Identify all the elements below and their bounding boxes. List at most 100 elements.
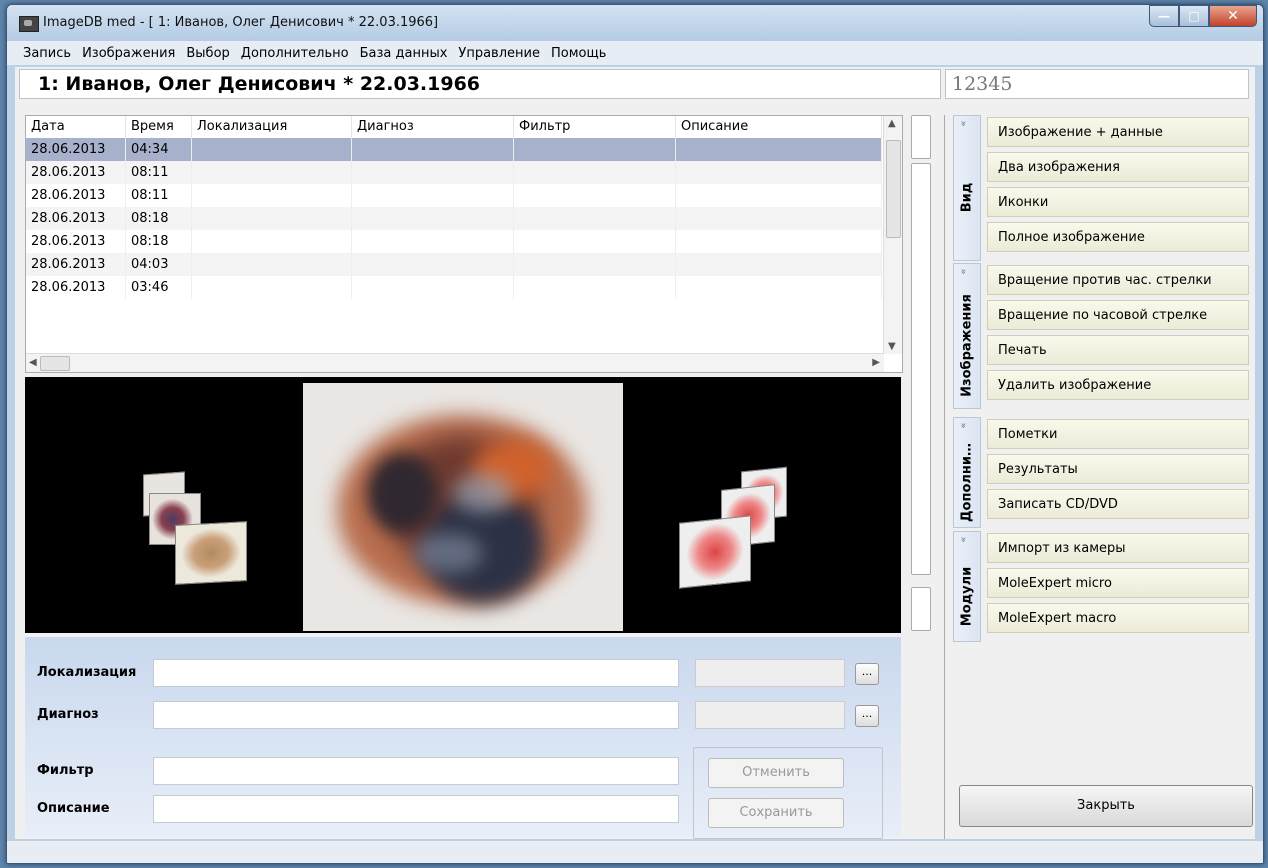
panel-action-button[interactable]: Результаты — [987, 454, 1249, 484]
menu-management[interactable]: Управление — [458, 46, 540, 61]
column-header-time[interactable]: Время — [126, 116, 192, 138]
menu-additional[interactable]: Дополнительно — [241, 46, 349, 61]
column-header-date[interactable]: Дата — [26, 116, 126, 138]
save-button[interactable]: Сохранить — [708, 798, 844, 828]
panel-action-button[interactable]: MoleExpert macro — [987, 603, 1249, 633]
minimize-icon[interactable]: — — [1149, 5, 1179, 27]
scroll-up-icon[interactable]: ▲ — [888, 118, 896, 129]
cell-date: 28.06.2013 — [26, 230, 126, 253]
panel-action-button[interactable]: Полное изображение — [987, 222, 1249, 252]
cell-date: 28.06.2013 — [26, 253, 126, 276]
panel-action-button[interactable]: Изображение + данные — [987, 117, 1249, 147]
client-area: 1: Иванов, Олег Денисович * 22.03.1966 1… — [15, 67, 1255, 839]
scroll-right-icon[interactable]: ▶ — [872, 357, 880, 368]
cell-date: 28.06.2013 — [26, 184, 126, 207]
thumbnail-image[interactable] — [679, 515, 751, 589]
menu-bar: Запись Изображения Выбор Дополнительно Б… — [7, 41, 1263, 65]
panel-action-button[interactable]: Печать — [987, 335, 1249, 365]
description-label: Описание — [37, 801, 110, 816]
column-header-localization[interactable]: Локализация — [192, 116, 352, 138]
patient-name-box: 1: Иванов, Олег Денисович * 22.03.1966 — [19, 69, 941, 99]
menu-database[interactable]: База данных — [360, 46, 448, 61]
records-table[interactable]: Дата Время Локализация Диагноз Фильтр Оп… — [25, 115, 903, 373]
table-cell — [192, 207, 352, 230]
localization-input[interactable] — [153, 659, 679, 687]
title-bar: ImageDB med - [ 1: Иванов, Олег Денисови… — [7, 5, 1263, 41]
splitter-top-handle[interactable] — [911, 115, 931, 159]
description-input[interactable] — [153, 795, 679, 823]
patient-name: 1: Иванов, Олег Денисович * 22.03.1966 — [38, 73, 481, 95]
collapse-chevron-icon[interactable]: » — [958, 422, 969, 428]
maximize-icon[interactable]: □ — [1179, 5, 1209, 27]
patient-id-box[interactable]: 12345 — [945, 69, 1249, 99]
localization-browse-button[interactable]: ... — [855, 663, 879, 685]
panel-action-button[interactable]: Удалить изображение — [987, 370, 1249, 400]
record-form: Локализация ... Диагноз ... Фильтр Описа… — [25, 637, 901, 839]
table-cell — [352, 207, 514, 230]
form-actions-group: Отменить Сохранить — [693, 747, 883, 839]
filter-input[interactable] — [153, 757, 679, 785]
close-button[interactable]: Закрыть — [959, 785, 1253, 827]
table-row[interactable]: 28.06.2013 08:11 — [26, 161, 882, 184]
horizontal-scrollbar[interactable]: ◀ ▶ — [26, 353, 884, 372]
column-header-filter[interactable]: Фильтр — [514, 116, 676, 138]
table-row[interactable]: 28.06.2013 03:46 — [26, 276, 882, 299]
horizontal-scroll-thumb[interactable] — [40, 356, 70, 371]
camera-app-icon — [19, 16, 39, 32]
image-viewer[interactable] — [25, 377, 901, 633]
main-lesion-image[interactable] — [303, 383, 623, 631]
splitter-track[interactable] — [911, 163, 931, 575]
panel-action-button[interactable]: MoleExpert micro — [987, 568, 1249, 598]
diagnosis-browse-button[interactable]: ... — [855, 705, 879, 727]
table-cell — [676, 161, 882, 184]
table-row[interactable]: 28.06.2013 08:18 — [26, 207, 882, 230]
status-bar — [7, 840, 1263, 863]
localization-code-field — [695, 659, 845, 687]
table-row[interactable]: 28.06.2013 08:11 — [26, 184, 882, 207]
menu-help[interactable]: Помощь — [551, 46, 606, 61]
menu-images[interactable]: Изображения — [82, 46, 175, 61]
collapse-chevron-icon[interactable]: » — [958, 268, 969, 274]
table-row[interactable]: 28.06.2013 08:18 — [26, 230, 882, 253]
table-cell — [352, 253, 514, 276]
cancel-button[interactable]: Отменить — [708, 758, 844, 788]
panel-action-button[interactable]: Пометки — [987, 419, 1249, 449]
panel-tab-1[interactable]: » Изображения — [953, 263, 981, 409]
menu-record[interactable]: Запись — [23, 46, 71, 61]
panel-action-button[interactable]: Записать CD/DVD — [987, 489, 1249, 519]
thumbnail-image[interactable] — [175, 521, 247, 585]
window-title: ImageDB med - [ 1: Иванов, Олег Денисови… — [43, 15, 439, 30]
panel-action-button[interactable]: Два изображения — [987, 152, 1249, 182]
table-header: Дата Время Локализация Диагноз Фильтр Оп… — [26, 116, 882, 138]
column-header-description[interactable]: Описание — [676, 116, 882, 138]
table-body: 28.06.2013 04:34 28.06.2013 08:11 28.06.2013… — [26, 138, 882, 299]
panel-tab-label: Вид — [959, 182, 975, 213]
panel-tab-3[interactable]: » Модули — [953, 531, 981, 642]
table-row[interactable]: 28.06.2013 04:03 — [26, 253, 882, 276]
panel-action-button[interactable]: Импорт из камеры — [987, 533, 1249, 563]
collapse-chevron-icon[interactable]: » — [958, 120, 969, 126]
table-row[interactable]: 28.06.2013 04:34 — [26, 138, 882, 161]
vertical-scroll-thumb[interactable] — [886, 140, 901, 238]
panel-tab-0[interactable]: » Вид — [953, 115, 981, 261]
panel-action-button[interactable]: Иконки — [987, 187, 1249, 217]
panel-action-button[interactable]: Вращение против час. стрелки — [987, 265, 1249, 295]
splitter-bottom-handle[interactable] — [911, 587, 931, 631]
table-cell — [352, 276, 514, 299]
localization-label: Локализация — [37, 665, 137, 680]
panel-tab-2[interactable]: » Дополни… — [953, 417, 981, 528]
table-cell — [192, 161, 352, 184]
diagnosis-input[interactable] — [153, 701, 679, 729]
vertical-scrollbar[interactable]: ▲ ▼ — [883, 116, 902, 354]
window-controls: — □ ✕ — [1149, 5, 1257, 27]
scroll-down-icon[interactable]: ▼ — [888, 341, 896, 352]
collapse-chevron-icon[interactable]: » — [958, 536, 969, 542]
close-window-icon[interactable]: ✕ — [1209, 5, 1257, 27]
cell-time: 04:03 — [126, 253, 192, 276]
menu-select[interactable]: Выбор — [186, 46, 229, 61]
scroll-left-icon[interactable]: ◀ — [29, 357, 37, 368]
panel-action-button[interactable]: Вращение по часовой стрелке — [987, 300, 1249, 330]
panel-splitter[interactable] — [909, 115, 935, 635]
column-header-diagnosis[interactable]: Диагноз — [352, 116, 514, 138]
cell-time: 08:18 — [126, 230, 192, 253]
